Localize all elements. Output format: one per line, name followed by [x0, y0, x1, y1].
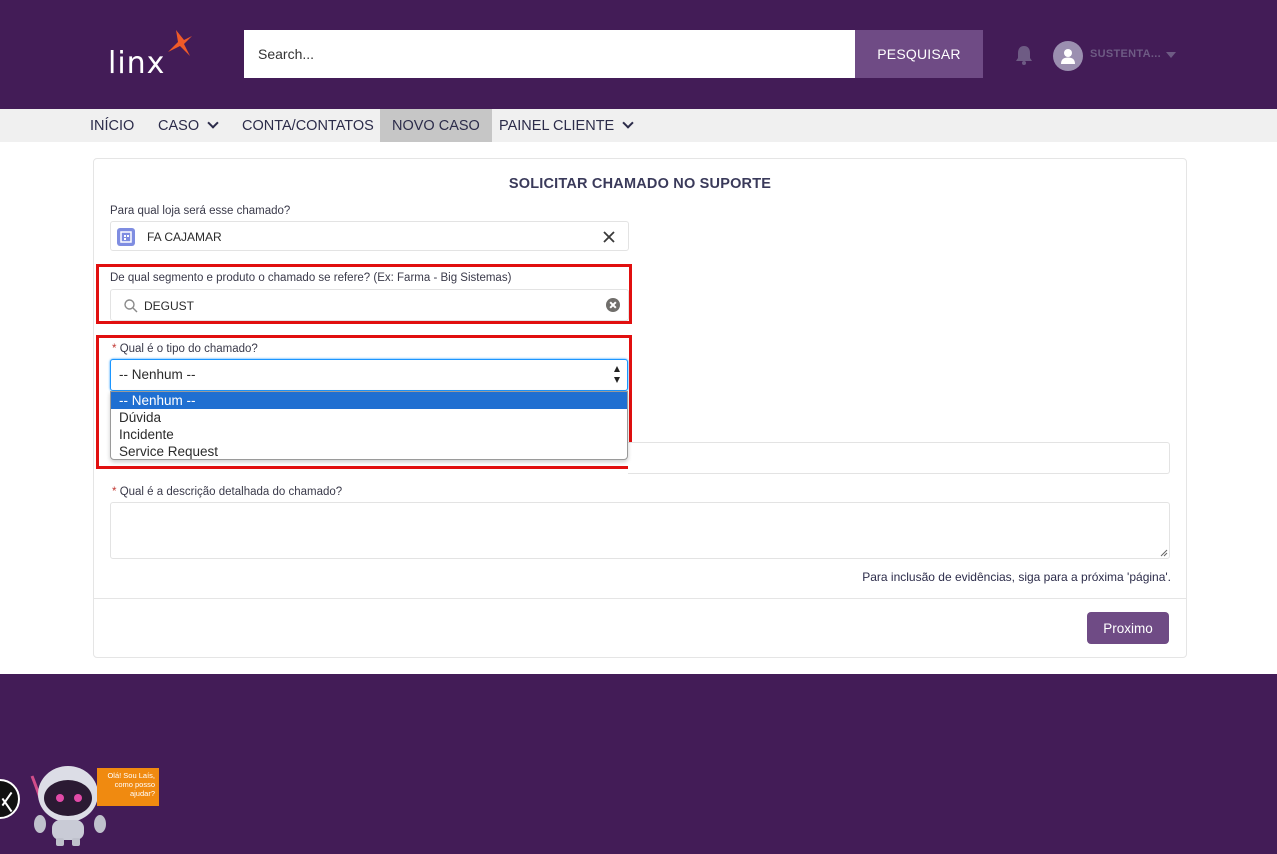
- nav-item-conta-contatos[interactable]: CONTA/CONTATOS: [230, 109, 386, 142]
- linx-logo[interactable]: linx: [106, 28, 196, 82]
- tipo-select[interactable]: -- Nenhum --: [110, 359, 628, 391]
- chat-bubble-line: como posso: [114, 780, 155, 789]
- main-nav: INÍCIO CASO CONTA/CONTATOS NOVO CASO PAI…: [0, 109, 1277, 142]
- loja-lookup-field[interactable]: FA CAJAMAR: [110, 221, 629, 251]
- chat-bubble-line: Olá! Sou Laís,: [107, 771, 155, 780]
- dropdown-option[interactable]: Service Request: [111, 443, 627, 460]
- resize-handle-icon[interactable]: [1160, 549, 1168, 557]
- chat-bubble[interactable]: Olá! Sou Laís, como posso ajudar?: [97, 768, 159, 806]
- search-icon: [124, 299, 138, 313]
- chat-close-button[interactable]: [0, 779, 20, 819]
- close-icon[interactable]: [601, 229, 617, 245]
- nav-item-inicio[interactable]: INÍCIO: [78, 109, 146, 142]
- divider: [94, 598, 1186, 599]
- dropdown-option[interactable]: -- Nenhum --: [111, 392, 627, 409]
- loja-value: FA CAJAMAR: [147, 230, 222, 244]
- search-input[interactable]: [244, 30, 855, 78]
- logo-mark-icon: [168, 30, 192, 56]
- chevron-down-icon: [207, 117, 219, 129]
- nav-item-label: PAINEL CLIENTE: [499, 117, 615, 134]
- dropdown-option[interactable]: Dúvida: [111, 409, 627, 426]
- store-icon: [117, 228, 135, 246]
- segmento-label: De qual segmento e produto o chamado se …: [110, 272, 512, 284]
- nav-item-caso[interactable]: CASO: [146, 109, 229, 142]
- user-icon: [1061, 49, 1075, 64]
- nav-item-label: INÍCIO: [90, 117, 135, 134]
- next-button[interactable]: Proximo: [1087, 612, 1169, 644]
- segmento-search-field[interactable]: DEGUST: [110, 289, 629, 321]
- chevron-down-icon[interactable]: [1166, 52, 1176, 58]
- logo-text: linx: [108, 46, 166, 81]
- segmento-value: DEGUST: [144, 299, 195, 313]
- user-name[interactable]: SUSTENTA...: [1090, 48, 1161, 60]
- required-mark: *: [112, 486, 117, 498]
- tipo-label-text: Qual é o tipo do chamado?: [119, 343, 258, 355]
- nav-item-painel-cliente[interactable]: PAINEL CLIENTE: [487, 109, 644, 142]
- loja-label: Para qual loja será esse chamado?: [110, 205, 291, 217]
- form-title: SOLICITAR CHAMADO NO SUPORTE: [508, 176, 772, 192]
- descricao-textarea[interactable]: [110, 502, 1170, 559]
- user-avatar[interactable]: [1053, 41, 1083, 71]
- clear-icon[interactable]: [606, 298, 620, 312]
- tipo-selected-value: -- Nenhum --: [119, 367, 196, 382]
- chevron-down-icon: [622, 117, 634, 129]
- chat-bubble-line: ajudar?: [129, 789, 155, 798]
- top-header: linx PESQUISAR SUSTENTA...: [0, 0, 1277, 109]
- required-mark: *: [112, 343, 117, 355]
- nav-item-label: NOVO CASO: [392, 117, 480, 134]
- descricao-label: * Qual é a descrição detalhada do chamad…: [112, 486, 342, 498]
- nav-item-label: CONTA/CONTATOS: [242, 117, 374, 134]
- nav-item-novo-caso[interactable]: NOVO CASO: [380, 109, 492, 142]
- search-button[interactable]: PESQUISAR: [855, 30, 983, 78]
- tipo-dropdown-list: -- Nenhum -- Dúvida Incidente Service Re…: [110, 391, 628, 460]
- select-arrows-icon: [614, 366, 622, 384]
- nav-item-label: CASO: [158, 117, 200, 134]
- descricao-label-text: Qual é a descrição detalhada do chamado?: [119, 486, 343, 498]
- dropdown-option[interactable]: Incidente: [111, 426, 627, 443]
- help-text: Para inclusão de evidências, siga para a…: [862, 570, 1171, 584]
- partially-hidden-field[interactable]: [628, 442, 1170, 474]
- tipo-label: * Qual é o tipo do chamado?: [112, 343, 258, 355]
- bell-icon[interactable]: [1013, 44, 1035, 66]
